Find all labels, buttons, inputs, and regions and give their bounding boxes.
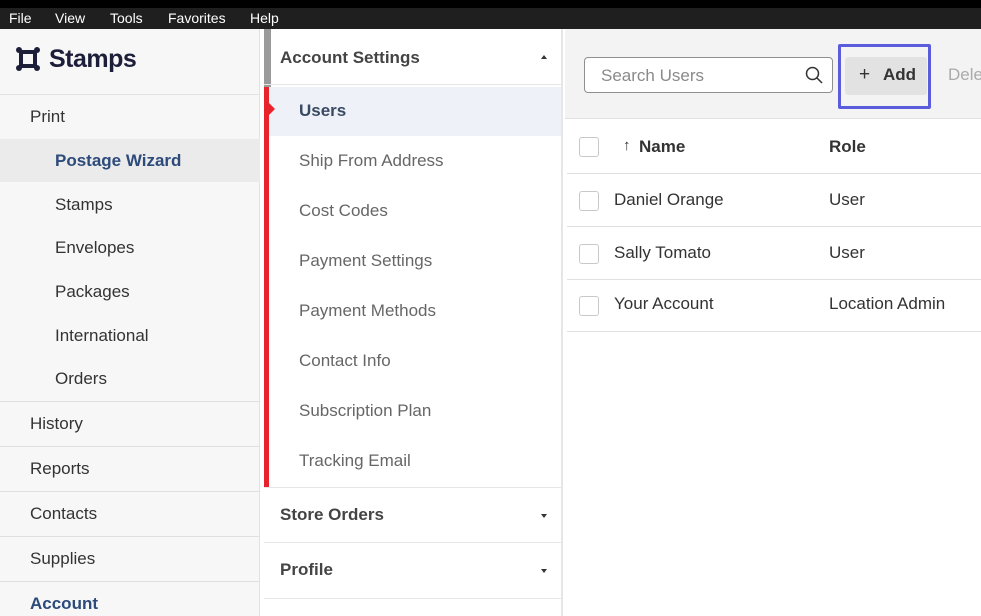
settings-item-users[interactable]: Users xyxy=(299,101,346,121)
user-name: Sally Tomato xyxy=(614,243,712,262)
users-main-panel: Search Users + Add Dele ↑ Name Role Dani… xyxy=(565,29,981,616)
settings-item-payment-methods[interactable]: Payment Methods xyxy=(299,301,436,321)
brand-header: Stamps xyxy=(0,29,260,95)
table-row[interactable]: Your Account Location Admin xyxy=(567,280,981,332)
user-role: Location Admin xyxy=(829,294,946,313)
store-orders-title: Store Orders xyxy=(280,505,384,524)
chevron-down-icon xyxy=(541,569,547,573)
menu-tools[interactable]: Tools xyxy=(110,10,143,26)
nav-divider xyxy=(0,401,260,402)
row-checkbox[interactable] xyxy=(579,244,599,264)
menu-file[interactable]: File xyxy=(9,10,32,26)
users-toolbar: Search Users + Add Dele xyxy=(565,29,981,119)
stamps-logo-icon xyxy=(16,47,40,71)
user-role: User xyxy=(829,190,865,209)
search-placeholder: Search Users xyxy=(601,66,704,85)
left-navigation: Stamps Print Postage Wizard Stamps Envel… xyxy=(0,29,260,616)
profile-title: Profile xyxy=(280,560,333,579)
user-role: User xyxy=(829,243,865,262)
nav-divider xyxy=(0,581,260,582)
row-checkbox[interactable] xyxy=(579,296,599,316)
nav-supplies-label: Supplies xyxy=(30,549,96,568)
nav-divider xyxy=(0,491,260,492)
account-settings-header[interactable]: Account Settings xyxy=(264,29,561,85)
brand-name: Stamps xyxy=(49,45,137,73)
account-settings-panel: Account Settings Users Ship From Address… xyxy=(264,29,563,616)
chevron-up-icon xyxy=(541,55,547,59)
table-row[interactable]: Daniel Orange User xyxy=(567,174,981,227)
nav-print-label: Print xyxy=(30,107,65,126)
user-name: Your Account xyxy=(614,294,714,313)
column-header-name[interactable]: Name xyxy=(639,137,685,157)
table-header-row: ↑ Name Role xyxy=(567,121,981,174)
nav-history-label: History xyxy=(30,414,83,433)
menu-favorites[interactable]: Favorites xyxy=(168,10,226,26)
menu-bar: File View Tools Favorites Help xyxy=(0,0,981,29)
sort-ascending-icon[interactable]: ↑ xyxy=(623,137,631,154)
nav-postage-wizard-label: Postage Wizard xyxy=(55,151,182,170)
search-users-input[interactable]: Search Users xyxy=(584,57,833,93)
profile-header[interactable]: Profile xyxy=(264,543,561,599)
plus-icon: + xyxy=(859,64,871,85)
nav-orders-label: Orders xyxy=(55,369,107,388)
add-user-button[interactable]: + Add xyxy=(845,57,927,95)
selection-pointer-icon xyxy=(269,103,275,115)
menu-view[interactable]: View xyxy=(55,10,85,26)
nav-envelopes-label: Envelopes xyxy=(55,238,135,257)
settings-item-contact-info[interactable]: Contact Info xyxy=(299,351,391,371)
nav-stamps-label: Stamps xyxy=(55,195,113,214)
row-checkbox[interactable] xyxy=(579,191,599,211)
nav-account-label: Account xyxy=(30,594,98,613)
nav-divider xyxy=(0,536,260,537)
nav-contacts-label: Contacts xyxy=(30,504,98,523)
chevron-down-icon xyxy=(541,514,547,518)
nav-divider xyxy=(0,446,260,447)
column-header-role[interactable]: Role xyxy=(829,137,866,157)
menu-help[interactable]: Help xyxy=(250,10,279,26)
select-all-checkbox[interactable] xyxy=(579,137,599,157)
settings-item-cost-codes[interactable]: Cost Codes xyxy=(299,201,388,221)
search-icon xyxy=(805,66,823,84)
table-row[interactable]: Sally Tomato User xyxy=(567,227,981,280)
settings-item-subscription-plan[interactable]: Subscription Plan xyxy=(299,401,431,421)
store-orders-header[interactable]: Store Orders xyxy=(264,487,561,543)
settings-item-tracking-email[interactable]: Tracking Email xyxy=(299,451,411,471)
settings-item-payment-settings[interactable]: Payment Settings xyxy=(299,251,432,271)
settings-item-ship-from-address[interactable]: Ship From Address xyxy=(299,151,444,171)
nav-reports-label: Reports xyxy=(30,459,90,478)
section-accent-bar xyxy=(264,87,269,487)
nav-packages-label: Packages xyxy=(55,282,130,301)
delete-user-button[interactable]: Dele xyxy=(948,65,981,85)
add-button-label: Add xyxy=(883,65,917,84)
account-settings-title: Account Settings xyxy=(280,48,420,67)
nav-international-label: International xyxy=(55,326,149,345)
user-name: Daniel Orange xyxy=(614,190,724,209)
